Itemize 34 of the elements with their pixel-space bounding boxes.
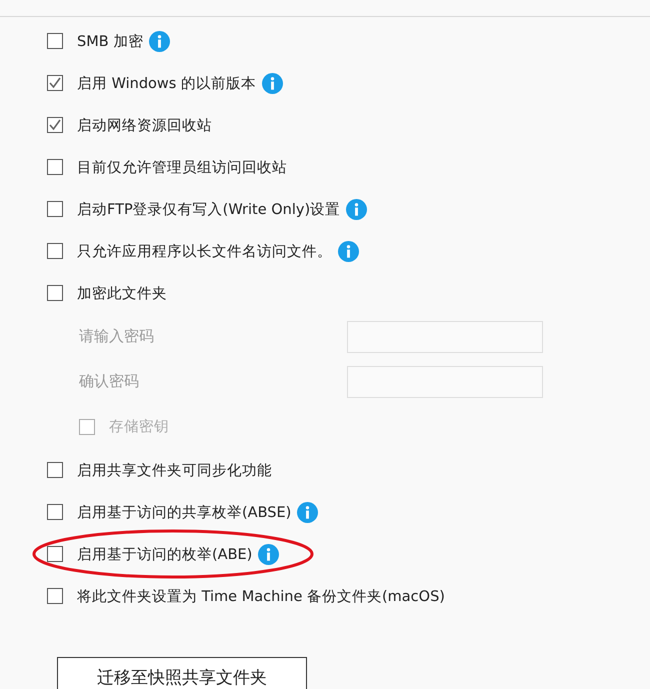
- checkbox[interactable]: [47, 588, 63, 604]
- field-label: 确认密码: [79, 372, 139, 391]
- info-icon[interactable]: [262, 72, 283, 94]
- checkbox[interactable]: [47, 159, 63, 175]
- password-field[interactable]: [347, 366, 543, 398]
- option-label: 启用共享文件夹可同步化功能: [77, 462, 272, 480]
- option-label: 启动网络资源回收站: [77, 116, 212, 134]
- info-icon[interactable]: [258, 544, 280, 564]
- option-label: 目前仅允许管理员组访问回收站: [77, 158, 287, 176]
- option-label: 只允许应用程序以长文件名访问文件。: [77, 242, 332, 260]
- option-label: 存储密钥: [109, 418, 169, 436]
- checkbox[interactable]: [47, 117, 63, 133]
- migrate-button[interactable]: 迁移至快照共享文件夹: [57, 657, 307, 689]
- password-field[interactable]: [347, 320, 543, 352]
- info-icon[interactable]: [338, 240, 359, 262]
- checkbox[interactable]: [47, 201, 63, 217]
- option-label: SMB 加密: [77, 32, 144, 50]
- checkbox[interactable]: [47, 285, 63, 301]
- option-label: 启用基于访问的枚举(ABE): [77, 546, 252, 564]
- option-label: 加密此文件夹: [77, 284, 167, 302]
- checkbox[interactable]: [47, 33, 63, 49]
- info-icon[interactable]: [346, 198, 368, 220]
- checkbox[interactable]: [47, 75, 63, 91]
- checkbox[interactable]: [47, 504, 63, 520]
- field-label: 请输入密码: [79, 327, 154, 346]
- checkbox[interactable]: [47, 546, 63, 562]
- option-label: 将此文件夹设置为 Time Machine 备份文件夹(macOS): [77, 588, 445, 606]
- option-label: 启动FTP登录仅有写入(Write Only)设置: [77, 200, 340, 218]
- info-icon[interactable]: [297, 502, 318, 522]
- option-label: 启用 Windows 的以前版本: [77, 74, 256, 92]
- info-icon[interactable]: [149, 30, 170, 52]
- checkbox[interactable]: [47, 243, 63, 259]
- checkbox[interactable]: [47, 462, 63, 478]
- option-label: 启用基于访问的共享枚举(ABSE): [77, 504, 292, 522]
